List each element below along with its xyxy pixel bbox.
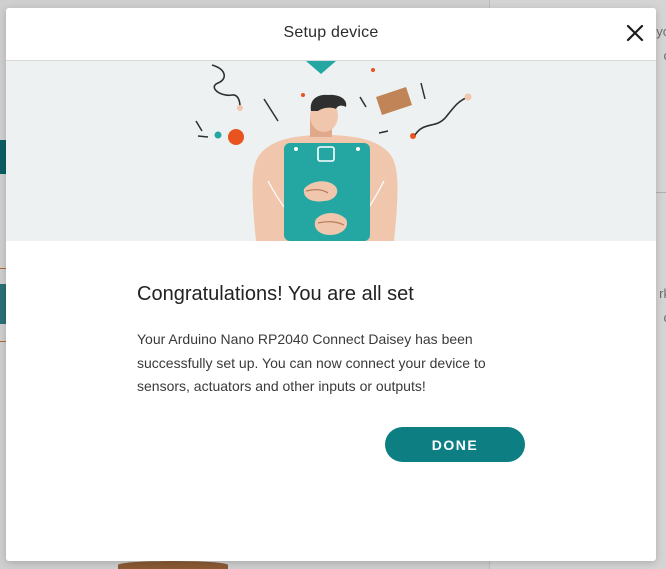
success-message: Your Arduino Nano RP2040 Connect Daisey … bbox=[137, 328, 537, 399]
success-message-line: Your Arduino Nano RP2040 Connect Daisey … bbox=[137, 331, 473, 347]
success-illustration bbox=[6, 61, 656, 241]
success-message-line: successfully set up. You can now connect… bbox=[137, 354, 486, 371]
dialog-content: Congratulations! You are all set Your Ar… bbox=[137, 283, 537, 399]
success-heading: Congratulations! You are all set bbox=[137, 283, 414, 305]
close-button[interactable] bbox=[624, 22, 646, 44]
person-holding-device-illustration bbox=[195, 61, 472, 241]
setup-device-dialog: Setup device Congratulations! You are al… bbox=[6, 8, 656, 561]
done-button[interactable]: DONE bbox=[385, 427, 525, 462]
background-text: yo bbox=[656, 24, 666, 39]
background-shape bbox=[118, 561, 228, 569]
success-message-line: sensors, actuators and other inputs or o… bbox=[137, 378, 426, 394]
background-text: rk bbox=[659, 286, 666, 301]
background-right-divider bbox=[656, 192, 666, 193]
close-icon bbox=[626, 24, 644, 42]
dialog-header: Setup device bbox=[6, 8, 656, 61]
dialog-title: Setup device bbox=[283, 24, 379, 41]
